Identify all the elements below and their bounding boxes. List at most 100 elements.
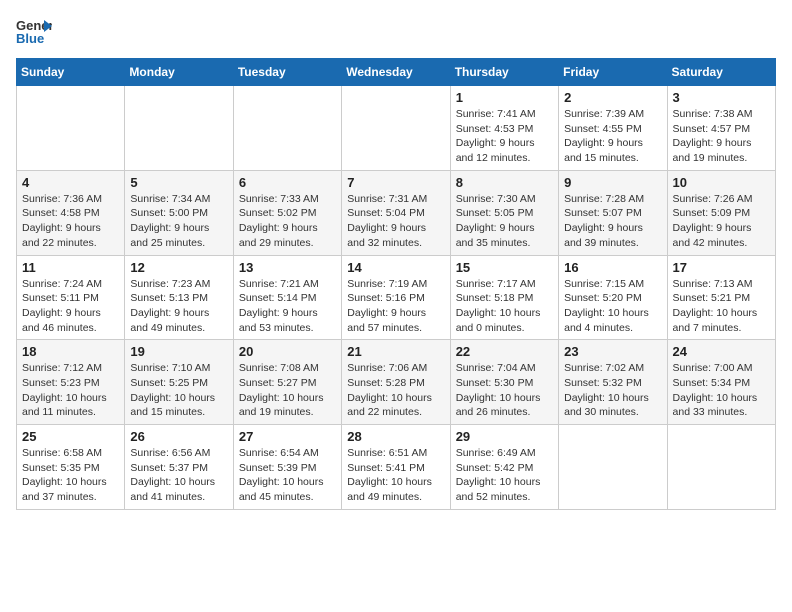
day-info: Sunrise: 7:26 AM Sunset: 5:09 PM Dayligh… <box>673 192 770 251</box>
day-number: 1 <box>456 90 553 105</box>
day-of-week-header: Monday <box>125 59 233 86</box>
calendar-cell: 17 Sunrise: 7:13 AM Sunset: 5:21 PM Dayli… <box>667 255 775 340</box>
day-number: 24 <box>673 344 770 359</box>
day-of-week-header: Sunday <box>17 59 125 86</box>
calendar-body: 1Sunrise: 7:41 AM Sunset: 4:53 PM Daylig… <box>17 86 776 510</box>
day-number: 23 <box>564 344 661 359</box>
day-info: Sunrise: 7:12 AM Sunset: 5:23 PM Dayligh… <box>22 361 119 420</box>
calendar-cell: 9 Sunrise: 7:28 AM Sunset: 5:07 PM Daylig… <box>559 170 667 255</box>
calendar-cell: 27 Sunrise: 6:54 AM Sunset: 5:39 PM Dayli… <box>233 425 341 510</box>
day-number: 13 <box>239 260 336 275</box>
calendar-cell: 5 Sunrise: 7:34 AM Sunset: 5:00 PM Daylig… <box>125 170 233 255</box>
day-number: 6 <box>239 175 336 190</box>
day-number: 5 <box>130 175 227 190</box>
day-number: 16 <box>564 260 661 275</box>
day-info: Sunrise: 7:24 AM Sunset: 5:11 PM Dayligh… <box>22 277 119 336</box>
calendar-cell: 19Sunrise: 7:10 AM Sunset: 5:25 PM Dayli… <box>125 340 233 425</box>
day-info: Sunrise: 7:08 AM Sunset: 5:27 PM Dayligh… <box>239 361 336 420</box>
day-of-week-header: Thursday <box>450 59 558 86</box>
calendar-cell: 16 Sunrise: 7:15 AM Sunset: 5:20 PM Dayli… <box>559 255 667 340</box>
calendar-header-row: SundayMondayTuesdayWednesdayThursdayFrid… <box>17 59 776 86</box>
day-number: 7 <box>347 175 444 190</box>
day-info: Sunrise: 6:51 AM Sunset: 5:41 PM Dayligh… <box>347 446 444 505</box>
calendar-cell: 11 Sunrise: 7:24 AM Sunset: 5:11 PM Dayli… <box>17 255 125 340</box>
day-info: Sunrise: 7:15 AM Sunset: 5:20 PM Dayligh… <box>564 277 661 336</box>
day-number: 10 <box>673 175 770 190</box>
day-number: 18 <box>22 344 119 359</box>
day-info: Sunrise: 6:54 AM Sunset: 5:39 PM Dayligh… <box>239 446 336 505</box>
calendar-cell: 28 Sunrise: 6:51 AM Sunset: 5:41 PM Dayli… <box>342 425 450 510</box>
calendar-cell <box>17 86 125 171</box>
day-info: Sunrise: 7:36 AM Sunset: 4:58 PM Dayligh… <box>22 192 119 251</box>
day-of-week-header: Friday <box>559 59 667 86</box>
calendar-cell: 12 Sunrise: 7:23 AM Sunset: 5:13 PM Dayli… <box>125 255 233 340</box>
calendar-cell <box>233 86 341 171</box>
calendar-cell <box>667 425 775 510</box>
day-info: Sunrise: 7:06 AM Sunset: 5:28 PM Dayligh… <box>347 361 444 420</box>
day-number: 27 <box>239 429 336 444</box>
calendar-week-row: 1Sunrise: 7:41 AM Sunset: 4:53 PM Daylig… <box>17 86 776 171</box>
calendar-cell: 8 Sunrise: 7:30 AM Sunset: 5:05 PM Daylig… <box>450 170 558 255</box>
calendar-cell: 3 Sunrise: 7:38 AM Sunset: 4:57 PM Daylig… <box>667 86 775 171</box>
calendar-cell: 10 Sunrise: 7:26 AM Sunset: 5:09 PM Dayli… <box>667 170 775 255</box>
calendar-cell: 20Sunrise: 7:08 AM Sunset: 5:27 PM Dayli… <box>233 340 341 425</box>
day-number: 22 <box>456 344 553 359</box>
day-of-week-header: Tuesday <box>233 59 341 86</box>
calendar-cell: 18 Sunrise: 7:12 AM Sunset: 5:23 PM Dayli… <box>17 340 125 425</box>
calendar-cell: 25 Sunrise: 6:58 AM Sunset: 5:35 PM Dayli… <box>17 425 125 510</box>
calendar-cell: 7Sunrise: 7:31 AM Sunset: 5:04 PM Daylig… <box>342 170 450 255</box>
calendar-cell: 6 Sunrise: 7:33 AM Sunset: 5:02 PM Daylig… <box>233 170 341 255</box>
day-info: Sunrise: 7:02 AM Sunset: 5:32 PM Dayligh… <box>564 361 661 420</box>
day-info: Sunrise: 6:56 AM Sunset: 5:37 PM Dayligh… <box>130 446 227 505</box>
day-info: Sunrise: 6:58 AM Sunset: 5:35 PM Dayligh… <box>22 446 119 505</box>
day-number: 29 <box>456 429 553 444</box>
day-info: Sunrise: 7:10 AM Sunset: 5:25 PM Dayligh… <box>130 361 227 420</box>
day-number: 17 <box>673 260 770 275</box>
day-number: 15 <box>456 260 553 275</box>
calendar-cell: 15 Sunrise: 7:17 AM Sunset: 5:18 PM Dayli… <box>450 255 558 340</box>
calendar-week-row: 11 Sunrise: 7:24 AM Sunset: 5:11 PM Dayli… <box>17 255 776 340</box>
day-info: Sunrise: 7:19 AM Sunset: 5:16 PM Dayligh… <box>347 277 444 336</box>
day-info: Sunrise: 7:00 AM Sunset: 5:34 PM Dayligh… <box>673 361 770 420</box>
calendar-cell: 13 Sunrise: 7:21 AM Sunset: 5:14 PM Dayli… <box>233 255 341 340</box>
calendar-cell <box>125 86 233 171</box>
calendar-cell: 23 Sunrise: 7:02 AM Sunset: 5:32 PM Dayli… <box>559 340 667 425</box>
day-info: Sunrise: 7:21 AM Sunset: 5:14 PM Dayligh… <box>239 277 336 336</box>
day-info: Sunrise: 7:38 AM Sunset: 4:57 PM Dayligh… <box>673 107 770 166</box>
logo-icon: General Blue <box>16 16 52 46</box>
day-number: 11 <box>22 260 119 275</box>
calendar-cell <box>342 86 450 171</box>
logo: General Blue <box>16 16 52 46</box>
calendar-cell: 2Sunrise: 7:39 AM Sunset: 4:55 PM Daylig… <box>559 86 667 171</box>
day-info: Sunrise: 6:49 AM Sunset: 5:42 PM Dayligh… <box>456 446 553 505</box>
day-number: 25 <box>22 429 119 444</box>
day-info: Sunrise: 7:13 AM Sunset: 5:21 PM Dayligh… <box>673 277 770 336</box>
calendar-week-row: 4 Sunrise: 7:36 AM Sunset: 4:58 PM Daylig… <box>17 170 776 255</box>
page-header: General Blue <box>16 16 776 46</box>
calendar-table: SundayMondayTuesdayWednesdayThursdayFrid… <box>16 58 776 510</box>
day-number: 3 <box>673 90 770 105</box>
svg-text:Blue: Blue <box>16 31 44 46</box>
day-info: Sunrise: 7:33 AM Sunset: 5:02 PM Dayligh… <box>239 192 336 251</box>
day-info: Sunrise: 7:04 AM Sunset: 5:30 PM Dayligh… <box>456 361 553 420</box>
day-number: 28 <box>347 429 444 444</box>
day-number: 9 <box>564 175 661 190</box>
day-info: Sunrise: 7:30 AM Sunset: 5:05 PM Dayligh… <box>456 192 553 251</box>
calendar-cell: 26 Sunrise: 6:56 AM Sunset: 5:37 PM Dayli… <box>125 425 233 510</box>
day-number: 12 <box>130 260 227 275</box>
calendar-week-row: 18 Sunrise: 7:12 AM Sunset: 5:23 PM Dayli… <box>17 340 776 425</box>
day-number: 26 <box>130 429 227 444</box>
day-info: Sunrise: 7:28 AM Sunset: 5:07 PM Dayligh… <box>564 192 661 251</box>
day-number: 14 <box>347 260 444 275</box>
day-number: 21 <box>347 344 444 359</box>
calendar-cell <box>559 425 667 510</box>
day-number: 4 <box>22 175 119 190</box>
day-number: 2 <box>564 90 661 105</box>
calendar-cell: 22 Sunrise: 7:04 AM Sunset: 5:30 PM Dayli… <box>450 340 558 425</box>
day-number: 8 <box>456 175 553 190</box>
calendar-cell: 14 Sunrise: 7:19 AM Sunset: 5:16 PM Dayli… <box>342 255 450 340</box>
day-info: Sunrise: 7:23 AM Sunset: 5:13 PM Dayligh… <box>130 277 227 336</box>
calendar-cell: 24 Sunrise: 7:00 AM Sunset: 5:34 PM Dayli… <box>667 340 775 425</box>
day-info: Sunrise: 7:34 AM Sunset: 5:00 PM Dayligh… <box>130 192 227 251</box>
day-info: Sunrise: 7:17 AM Sunset: 5:18 PM Dayligh… <box>456 277 553 336</box>
